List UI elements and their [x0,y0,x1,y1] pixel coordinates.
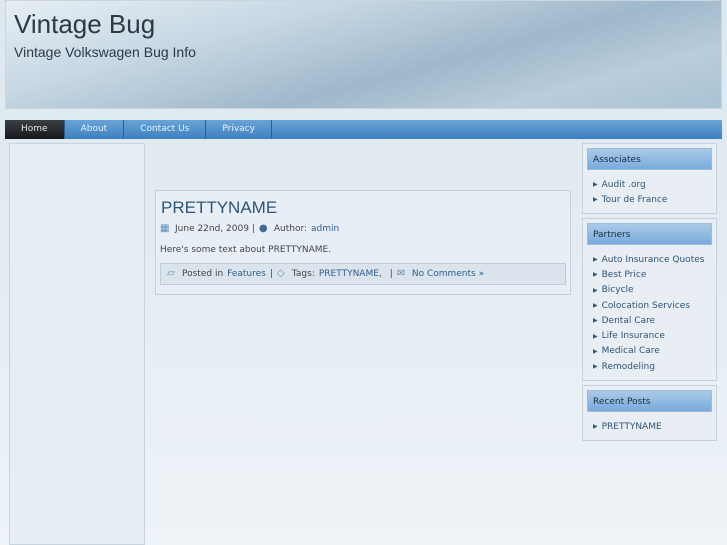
link[interactable]: Auto Insurance Quotes [602,255,705,265]
site-header: Vintage Bug Vintage Volkswagen Bug Info [5,0,722,109]
arrow-icon: ▶ [593,363,598,371]
separator: | [389,269,393,279]
author-link[interactable]: admin [311,224,339,234]
widget-title: Partners [587,223,712,245]
folder-icon: ▱ [167,268,175,279]
widget-associates: Associates ▶ Audit .org ▶ Tour de France [582,143,717,214]
list-item[interactable]: ▶ Auto Insurance Quotes [593,252,712,267]
arrow-icon: ▶ [593,332,598,340]
arrow-icon: ▶ [593,196,598,204]
list-item[interactable]: ▶ Remodeling [593,359,712,374]
comments-link[interactable]: No Comments » [412,269,484,279]
widget-title: Recent Posts [587,390,712,412]
arrow-icon: ▶ [593,302,598,310]
nav-privacy[interactable]: Privacy [206,120,272,139]
widget-recent-posts: Recent Posts ▶ PRETTYNAME [582,385,717,441]
post-body: Here's some text about PRETTYNAME. [160,245,332,255]
site-tagline: Vintage Volkswagen Bug Info [14,44,196,60]
list-item[interactable]: ▶ Colocation Services [593,298,712,313]
arrow-icon: ▶ [593,181,598,189]
list-item[interactable]: ▶ Life Insurance [593,328,712,343]
link[interactable]: Medical Care [602,346,660,356]
arrow-icon: ▶ [593,286,598,294]
nav-contact-us[interactable]: Contact Us [124,120,207,139]
link[interactable]: Tour de France [602,195,668,205]
link[interactable]: Colocation Services [602,301,690,311]
arrow-icon: ▶ [593,256,598,264]
list-item[interactable]: ▶ Tour de France [593,192,712,207]
arrow-icon: ▶ [593,347,598,355]
nav-home[interactable]: Home [5,120,65,139]
list-item[interactable]: ▶ Best Price [593,267,712,282]
calendar-icon: ▦ [160,223,170,234]
site-title[interactable]: Vintage Bug [14,9,155,40]
link[interactable]: Dental Care [602,316,655,326]
post-footer: ▱ Posted in Features | ◇ Tags: PRETTYNAM… [160,263,566,285]
link[interactable]: Audit .org [602,180,646,190]
arrow-icon: ▶ [593,271,598,279]
arrow-icon: ▶ [593,317,598,325]
posted-in-label: Posted in [182,269,224,279]
post-title[interactable]: PRETTYNAME [161,198,566,218]
list-item[interactable]: ▶ Audit .org [593,177,712,192]
list-item[interactable]: ▶ Medical Care [593,344,712,359]
link[interactable]: Life Insurance [602,331,665,341]
main-nav: Home About Contact Us Privacy [5,120,722,139]
tags-label: Tags: [291,269,315,279]
comment-icon: ✉ [396,268,406,279]
separator: | [269,269,273,279]
category-link[interactable]: Features [227,269,266,279]
author-label: Author: [273,224,308,234]
list-item[interactable]: ▶ PRETTYNAME [593,419,712,434]
widget-title: Associates [587,148,712,170]
arrow-icon: ▶ [593,423,598,431]
list-item[interactable]: ▶ Bicycle [593,283,712,298]
post-meta: ▦ June 22nd, 2009 | ● Author: admin [160,223,566,235]
tag-separator: , [378,269,382,279]
nav-about[interactable]: About [65,120,125,139]
post: PRETTYNAME ▦ June 22nd, 2009 | ● Author:… [155,190,571,295]
tag-icon: ◇ [276,268,285,279]
post-date: June 22nd, 2009 | [175,224,255,234]
left-sidebar [9,143,145,545]
widget-partners: Partners ▶ Auto Insurance Quotes ▶ Best Pr… [582,218,717,381]
user-icon: ● [258,223,268,234]
link[interactable]: PRETTYNAME [602,422,662,432]
link[interactable]: Best Price [602,270,647,280]
link[interactable]: Remodeling [602,362,655,372]
tag-link[interactable]: PRETTYNAME [319,269,379,279]
list-item[interactable]: ▶ Dental Care [593,313,712,328]
link[interactable]: Bicycle [602,285,634,295]
